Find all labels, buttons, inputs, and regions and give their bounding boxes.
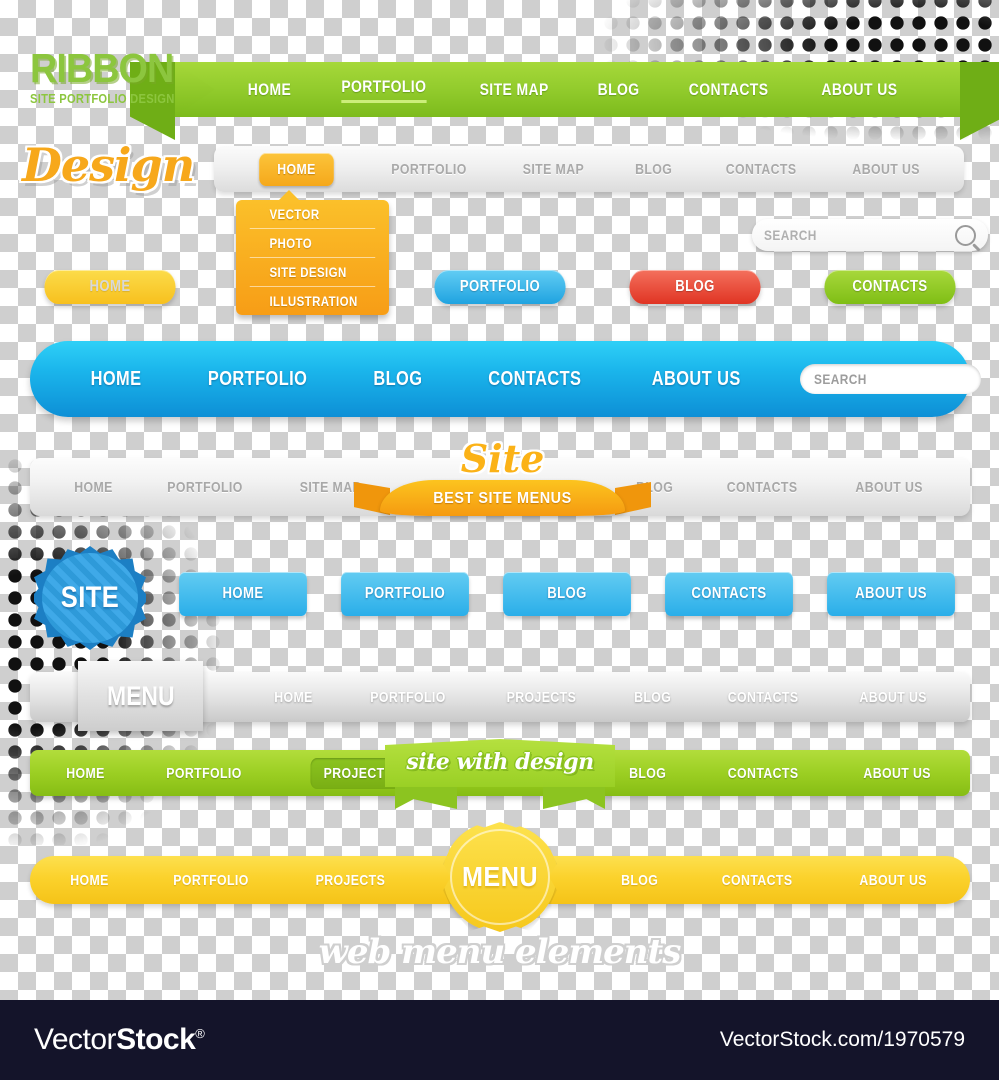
site-ribbon-badge: BEST SITE MENUS Site <box>354 436 651 528</box>
pill-portfolio-label: PORTFOLIO <box>459 278 541 295</box>
ribbon-logo-title: RIBBON <box>30 45 174 91</box>
brand-bold: Stock <box>116 1023 196 1056</box>
ribbonbar-nav-aboutus[interactable]: ABOUT US <box>855 479 923 496</box>
menutab-nav-contacts[interactable]: CONTACTS <box>728 689 799 706</box>
ribbon-nav-aboutus[interactable]: ABOUT US <box>821 80 897 100</box>
menu-tab-label: MENU <box>106 680 175 711</box>
green-nav-home[interactable]: HOME <box>66 765 105 782</box>
menu-scalloped-badge[interactable]: MENU <box>443 822 557 932</box>
ribbon-nav-blog[interactable]: BLOG <box>597 80 639 100</box>
design-nav-bar: HOME PORTFOLIO SITE MAP BLOG CONTACTS AB… <box>214 146 964 192</box>
site-ribbon-caption: BEST SITE MENUS <box>433 490 572 507</box>
menutab-nav-aboutus[interactable]: ABOUT US <box>859 689 927 706</box>
blue-search-placeholder: SEARCH <box>814 371 867 387</box>
design-search-box[interactable]: SEARCH <box>752 219 988 251</box>
ribbonbar-nav-sitemap[interactable]: SITE MAP <box>300 479 361 496</box>
site-starburst-badge: SITE <box>34 546 146 650</box>
pill-button-home[interactable]: HOME <box>44 270 176 304</box>
green-banner-script: site with design <box>406 749 594 775</box>
design-search-placeholder: SEARCH <box>764 227 817 243</box>
dropdown-item-site-design[interactable]: SITE DESIGN <box>249 258 376 287</box>
design-logo: Design <box>22 138 212 198</box>
menutab-nav-portfolio[interactable]: PORTFOLIO <box>371 689 446 706</box>
green-nav-contacts[interactable]: CONTACTS <box>728 765 799 782</box>
menutab-nav-blog[interactable]: BLOG <box>634 689 671 706</box>
pill-button-blog[interactable]: BLOG <box>629 270 761 304</box>
blue-nav-list: HOME PORTFOLIO BLOG CONTACTS ABOUT US SE… <box>30 364 999 394</box>
dropdown-item-illustration[interactable]: ILLUSTRATION <box>250 287 375 315</box>
yellow-nav-contacts[interactable]: CONTACTS <box>721 872 792 889</box>
blue-button-home[interactable]: HOME <box>179 572 307 616</box>
design-nav-blog[interactable]: BLOG <box>636 161 673 178</box>
blue-nav-portfolio[interactable]: PORTFOLIO <box>208 368 307 391</box>
blue-button-aboutus[interactable]: ABOUT US <box>827 572 955 616</box>
design-nav-home[interactable]: HOME <box>258 152 334 186</box>
ribbon-band: HOME PORTFOLIO SITE MAP BLOG CONTACTS AB… <box>175 62 960 117</box>
artboard: RIBBON SITE PORTFOLIO DESIGN HOME PORTFO… <box>0 0 999 1000</box>
yellow-nav-blog[interactable]: BLOG <box>621 872 658 889</box>
design-nav-sitemap[interactable]: SITE MAP <box>522 161 583 178</box>
green-nav-aboutus[interactable]: ABOUT US <box>863 765 931 782</box>
blue-button-home-label: HOME <box>222 585 264 602</box>
dropdown-list: VECTOR PHOTO SITE DESIGN ILLUSTRATION <box>236 200 389 315</box>
pill-blog-label: BLOG <box>675 278 715 295</box>
vectorstock-footer: VectorStock® VectorStock.com/1970579 <box>0 1000 999 1080</box>
blue-nav-aboutus[interactable]: ABOUT US <box>651 368 740 391</box>
vectorstock-url: VectorStock.com/1970579 <box>719 1028 965 1051</box>
blue-button-aboutus-label: ABOUT US <box>855 585 927 602</box>
ribbon-nav-portfolio[interactable]: PORTFOLIO <box>341 77 427 103</box>
blue-search-box[interactable]: SEARCH <box>800 364 981 394</box>
blue-nav-contacts[interactable]: CONTACTS <box>488 368 581 391</box>
yellow-nav-portfolio[interactable]: PORTFOLIO <box>173 872 248 889</box>
blue-nav-home[interactable]: HOME <box>91 368 142 391</box>
blue-button-contacts[interactable]: CONTACTS <box>665 572 793 616</box>
vectorstock-logo: VectorStock® <box>34 1023 205 1057</box>
brand-light: Vector <box>34 1023 117 1056</box>
blue-button-contacts-label: CONTACTS <box>691 585 767 602</box>
site-ribbon-script: Site <box>460 436 545 481</box>
design-nav-list: HOME PORTFOLIO SITE MAP BLOG CONTACTS AB… <box>214 152 964 186</box>
design-nav-portfolio[interactable]: PORTFOLIO <box>391 161 466 178</box>
blue-nav-blog[interactable]: BLOG <box>374 368 423 391</box>
bottom-script-text: web menu elements <box>318 932 682 972</box>
ribbon-logo-subtitle: SITE PORTFOLIO DESIGN <box>30 91 175 106</box>
ribbon-nav-sitemap[interactable]: SITE MAP <box>480 80 549 100</box>
ribbon-tail-right <box>960 62 999 140</box>
pill-contacts-label: CONTACTS <box>852 278 928 295</box>
menutab-nav-projects[interactable]: PROJECTS <box>507 689 577 706</box>
ribbon-nav-section: RIBBON SITE PORTFOLIO DESIGN HOME PORTFO… <box>0 45 999 140</box>
green-banner-badge: site with design <box>385 739 615 809</box>
dropdown-item-vector[interactable]: VECTOR <box>249 200 376 229</box>
yellow-nav-projects[interactable]: PROJECTS <box>316 872 386 889</box>
dropdown-item-photo[interactable]: PHOTO <box>249 229 376 258</box>
menu-badge-label: MENU <box>461 861 538 892</box>
blue-nav-bar: HOME PORTFOLIO BLOG CONTACTS ABOUT US SE… <box>30 341 981 417</box>
design-nav-aboutus[interactable]: ABOUT US <box>852 161 920 178</box>
blue-button-portfolio[interactable]: PORTFOLIO <box>341 572 469 616</box>
yellow-nav-aboutus[interactable]: ABOUT US <box>859 872 927 889</box>
design-dropdown-menu[interactable]: VECTOR PHOTO SITE DESIGN ILLUSTRATION <box>236 190 389 315</box>
design-logo-text: Design <box>22 138 195 192</box>
menu-tab-button[interactable]: MENU <box>78 661 203 731</box>
blue-button-blog-label: BLOG <box>547 585 587 602</box>
green-nav-portfolio[interactable]: PORTFOLIO <box>167 765 242 782</box>
ribbon-nav-list: HOME PORTFOLIO SITE MAP BLOG CONTACTS AB… <box>175 62 960 117</box>
blue-button-portfolio-label: PORTFOLIO <box>364 585 446 602</box>
ribbonbar-nav-home[interactable]: HOME <box>74 479 113 496</box>
green-nav-blog[interactable]: BLOG <box>629 765 666 782</box>
yellow-nav-home[interactable]: HOME <box>70 872 109 889</box>
ribbonbar-nav-portfolio[interactable]: PORTFOLIO <box>167 479 242 496</box>
pill-button-contacts[interactable]: CONTACTS <box>824 270 956 304</box>
registered-mark: ® <box>195 1026 205 1041</box>
ribbon-nav-home[interactable]: HOME <box>248 80 291 100</box>
ribbonbar-nav-contacts[interactable]: CONTACTS <box>727 479 798 496</box>
search-icon[interactable] <box>955 224 976 246</box>
pill-button-portfolio[interactable]: PORTFOLIO <box>434 270 566 304</box>
pill-home-label: HOME <box>89 278 131 295</box>
design-nav-contacts[interactable]: CONTACTS <box>726 161 797 178</box>
site-badge-label: SITE <box>60 581 120 614</box>
menutab-nav-home[interactable]: HOME <box>274 689 313 706</box>
ribbon-nav-contacts[interactable]: CONTACTS <box>689 80 769 100</box>
blue-button-blog[interactable]: BLOG <box>503 572 631 616</box>
